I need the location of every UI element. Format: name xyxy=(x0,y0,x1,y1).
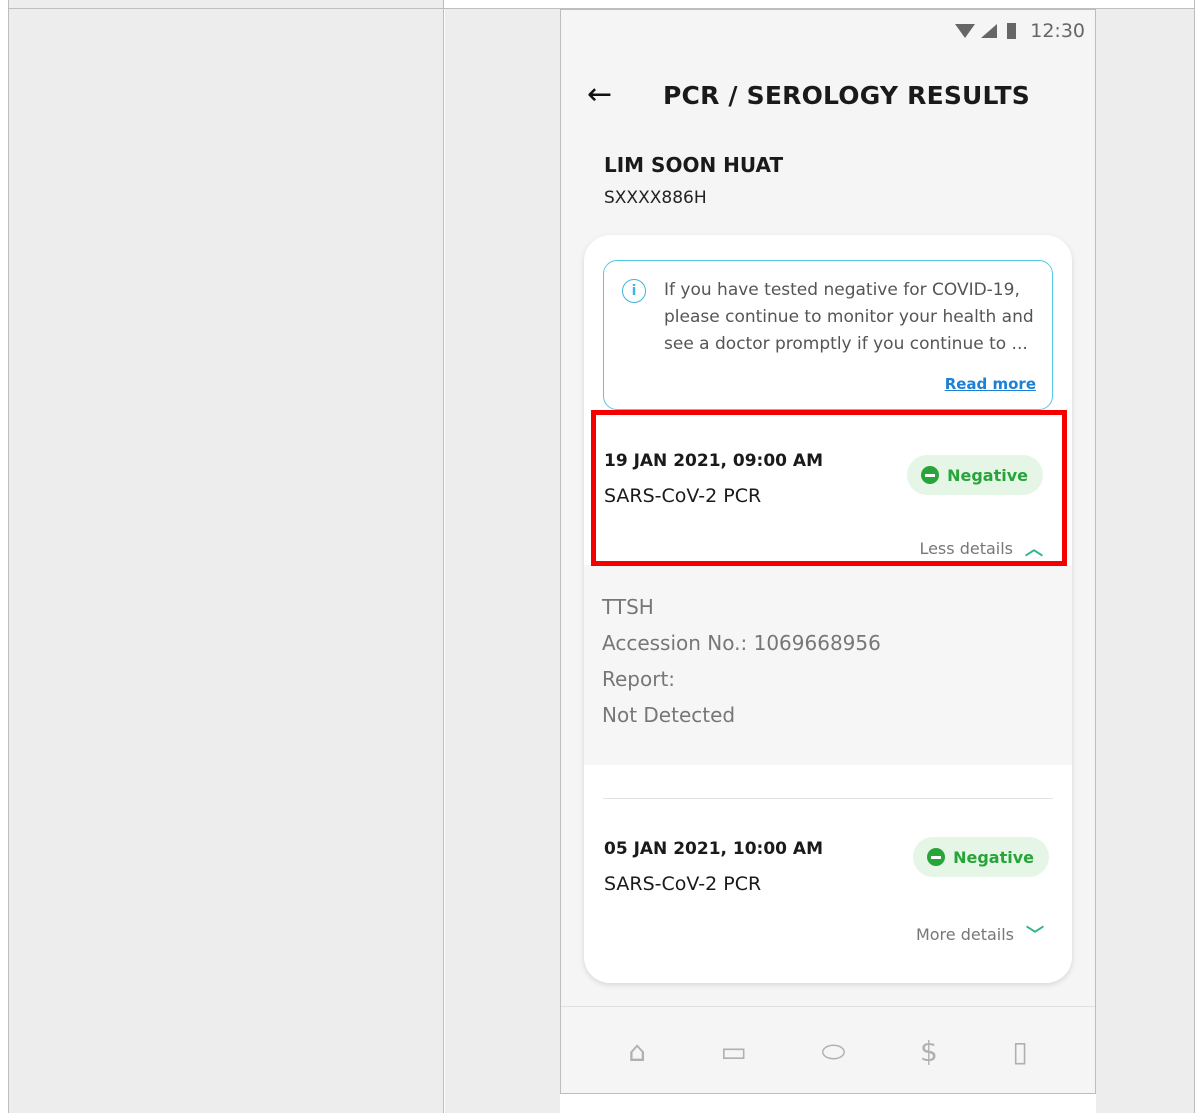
result-details: TTSH Accession No.: 1069668956 Report: N… xyxy=(584,565,1072,765)
status-label: Negative xyxy=(953,847,1034,867)
result-datetime: 19 JAN 2021, 09:00 AM xyxy=(604,451,823,471)
pill-icon[interactable]: ⬭ xyxy=(822,1035,846,1069)
status-time: 12:30 xyxy=(1030,20,1085,42)
read-more-link[interactable]: Read more xyxy=(945,375,1036,393)
divider xyxy=(603,798,1053,799)
info-icon: i xyxy=(622,279,646,303)
result-test-name: SARS-CoV-2 PCR xyxy=(604,873,762,895)
right-border xyxy=(1194,0,1195,1113)
status-bar: 12:30 xyxy=(955,20,1085,42)
left-panel xyxy=(8,0,444,1113)
app-bar: ← PCR / SEROLOGY RESULTS xyxy=(561,60,1095,130)
status-label: Negative xyxy=(947,465,1028,485)
bottom-nav: ⌂ ▭ ⬭ $ ▯ xyxy=(561,1006,1095,1093)
page-title: PCR / SEROLOGY RESULTS xyxy=(663,80,1030,110)
dollar-icon[interactable]: $ xyxy=(920,1035,938,1068)
info-text: If you have tested negative for COVID-19… xyxy=(664,280,1034,354)
toggle-label: Less details xyxy=(919,538,1013,558)
patient-name: LIM SOON HUAT xyxy=(604,153,784,177)
arrow-left-icon[interactable]: ← xyxy=(587,80,627,110)
minus-circle-icon xyxy=(927,848,946,866)
detail-accession: Accession No.: 1069668956 xyxy=(602,631,881,655)
detail-site: TTSH xyxy=(602,595,654,619)
right-panel xyxy=(1096,9,1194,1113)
detail-report-value: Not Detected xyxy=(602,703,736,727)
status-badge: Negative xyxy=(913,837,1049,877)
result-item[interactable]: 19 JAN 2021, 09:00 AM SARS-CoV-2 PCR Neg… xyxy=(584,415,1072,565)
result-datetime: 05 JAN 2021, 10:00 AM xyxy=(604,839,823,859)
more-details-toggle[interactable]: More details ﹀ xyxy=(916,921,1044,947)
result-test-name: SARS-CoV-2 PCR xyxy=(604,485,762,507)
minus-circle-icon xyxy=(921,466,940,484)
home-icon[interactable]: ⌂ xyxy=(628,1035,646,1068)
mid-panel xyxy=(445,9,560,1113)
less-details-toggle[interactable]: Less details ︿ xyxy=(919,535,1043,561)
toggle-label: More details xyxy=(915,924,1014,944)
signal-icon xyxy=(981,24,998,38)
phone-screen: 12:30 ← PCR / SEROLOGY RESULTS LIM SOON … xyxy=(560,9,1096,1094)
chevron-down-icon: ﹀ xyxy=(1026,925,1044,946)
wifi-icon xyxy=(955,24,976,38)
info-banner: i If you have tested negative for COVID-… xyxy=(603,260,1053,410)
battery-icon xyxy=(1007,23,1017,39)
chevron-up-icon: ︿ xyxy=(1025,539,1043,560)
detail-report-label: Report: xyxy=(602,667,676,691)
patient-id: SXXXX886H xyxy=(604,188,707,208)
report-icon[interactable]: ▯ xyxy=(1012,1035,1027,1068)
results-card: i If you have tested negative for COVID-… xyxy=(584,235,1072,983)
calendar-icon[interactable]: ▭ xyxy=(721,1035,747,1068)
status-badge: Negative xyxy=(907,455,1043,495)
